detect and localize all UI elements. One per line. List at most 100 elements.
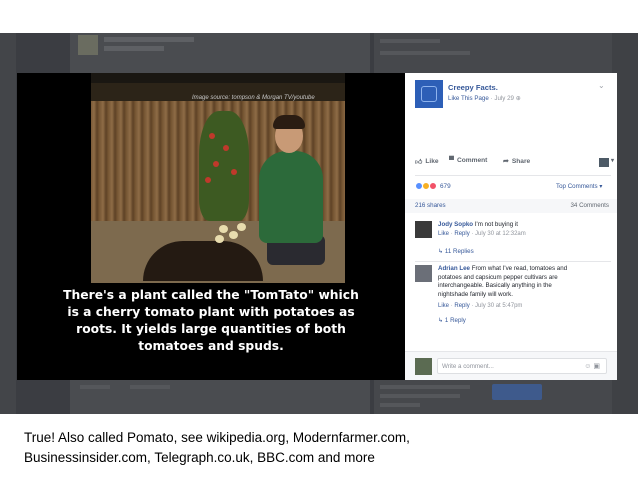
shares-link[interactable]: 216 shares [415,202,446,209]
viewer-avatar [415,358,432,375]
reactions-summary[interactable]: 679 [415,182,451,190]
caret-down-icon[interactable]: ▾ [611,157,614,164]
photo-caption: There's a plant called the "TomTato" whi… [37,287,385,355]
divider [415,261,611,262]
slide-note: True! Also called Pomato, see wikipedia.… [24,428,624,467]
slide-note-line: Businessinsider.com, Telegraph.co.uk, BB… [24,449,375,465]
view-replies-link[interactable]: ↳ 1 Reply [438,317,466,324]
comment-item: Jody Sopko I'm not buying it Like · Repl… [415,221,611,261]
replies-count: 11 Replies [444,248,474,255]
slide-note-line: True! Also called Pomato, see wikipedia.… [24,430,410,445]
comment-meta: Like · Reply · July 30 at 12:32am [438,231,526,237]
top-comments-label: Top Comments [556,183,598,190]
replies-count: 1 Reply [444,317,466,324]
caption-line: is a cherry tomato plant with potatoes a… [67,305,355,319]
caption-line: tomatoes and spuds. [138,339,284,353]
comment-reply-link[interactable]: Reply [454,231,469,237]
potato [229,231,238,239]
actor-avatar[interactable] [599,158,609,167]
comment-button[interactable]: ▀ Comment [449,157,487,164]
reaction-count: 679 [440,182,451,190]
comment-reply-link[interactable]: Reply [454,303,469,309]
man-hair [273,115,305,129]
comment-icon: ▀ [449,157,454,164]
man-body [259,151,323,243]
comment-text: potatoes and capsicum pepper cultivars a… [438,273,558,281]
caption-line: roots. It yields large quantities of bot… [76,322,346,336]
page-subline: Like This Page · July 29 ⊕ [448,95,521,102]
top-comments-dropdown[interactable]: Top Comments ▾ [556,183,602,190]
chevron-down-icon[interactable]: ⌄ [598,81,605,90]
like-this-page-link[interactable]: Like This Page [448,95,489,102]
comment-like-link[interactable]: Like [438,231,449,237]
share-label: Share [511,157,531,165]
image-source-credit: Image source: tompson & Morgan TV/youtub… [192,95,315,101]
write-icons: ☺▣ [584,362,602,370]
comment-input[interactable]: Write a comment... ☺▣ [437,358,607,374]
commenter-avatar[interactable] [415,265,432,282]
stats-row: 216 shares 34 Comments [405,199,617,213]
backdrop-like-line [80,385,110,389]
comment-body: Jody Sopko I'm not buying it [438,221,608,230]
backdrop-post-avatar [78,35,98,55]
like-label: Like [425,158,439,165]
comment-timestamp[interactable]: July 30 at 5:47pm [475,303,522,309]
lightbox-photo[interactable]: Image source: tompson & Morgan TV/youtub… [17,73,405,380]
divider [415,175,611,176]
comment-text: nightshade family will work. [438,290,513,298]
caption-line: There's a plant called the "TomTato" whi… [63,288,359,302]
write-comment-row: Write a comment... ☺▣ [405,351,617,380]
page-logo-icon [421,86,437,102]
love-reaction-icon [429,182,437,190]
post-side-panel: Creepy Facts. Like This Page · July 29 ⊕… [405,73,617,380]
comment-meta: Like · Reply · July 30 at 5:47pm [438,303,522,309]
commenter-name[interactable]: Adrian Lee [438,265,470,272]
comment-body: Adrian Lee From what I've read, tomatoes… [438,265,608,299]
globe-icon: ⊕ [515,95,521,102]
tomato [231,169,237,175]
commenter-name[interactable]: Jody Sopko [438,221,473,228]
top-band [0,0,638,33]
comment-text: I'm not buying it [474,221,518,228]
thumbs-up-icon: 👍︎ [415,159,423,166]
emoji-icon[interactable]: ☺ [584,363,593,370]
potato [219,225,228,233]
backdrop-group-line [380,403,420,407]
tomato [223,145,229,151]
tomato [213,161,219,167]
post-actions: 👍︎ Like ▀ Comment ➦ Share ▾ [415,157,614,171]
comment-item: Adrian Lee From what I've read, tomatoes… [415,265,611,335]
backdrop-sidebar-line [380,39,440,43]
page-avatar[interactable] [415,80,443,108]
reply-arrow-icon: ↳ [438,317,445,324]
comments-count[interactable]: 34 Comments [570,202,609,209]
like-button[interactable]: 👍︎ Like [415,157,439,166]
camera-icon[interactable]: ▣ [593,363,602,370]
backdrop-group-line [380,385,470,389]
commenter-avatar[interactable] [415,221,432,238]
slide: Image source: tompson & Morgan TV/youtub… [0,0,638,479]
page-name[interactable]: Creepy Facts. [448,83,498,92]
tomato [205,177,211,183]
backdrop-create-group-button [492,384,542,400]
comment-placeholder: Write a comment... [442,363,494,370]
share-button[interactable]: ➦ Share [503,157,531,166]
comment-label: Comment [456,157,488,164]
comment-timestamp[interactable]: July 30 at 12:32am [475,231,526,237]
backdrop-group-line [380,394,460,398]
comment-text: From what I've read, tomatoes and [471,265,568,272]
share-icon: ➦ [503,158,509,165]
caret-down-icon: ▾ [599,183,603,190]
tomato [209,133,215,139]
post-date[interactable]: July 29 [494,95,514,102]
backdrop-sidebar-line [380,51,470,55]
comment-text: interchangeable. Basically anything in t… [438,282,552,290]
potato [215,235,224,243]
comment-like-link[interactable]: Like [438,303,449,309]
tomtato-plant [199,111,249,221]
photo-scene [91,73,345,283]
view-replies-link[interactable]: ↳ 11 Replies [438,248,474,255]
potato [237,223,246,231]
backdrop-comment-line [130,385,170,389]
reply-arrow-icon: ↳ [438,248,445,255]
